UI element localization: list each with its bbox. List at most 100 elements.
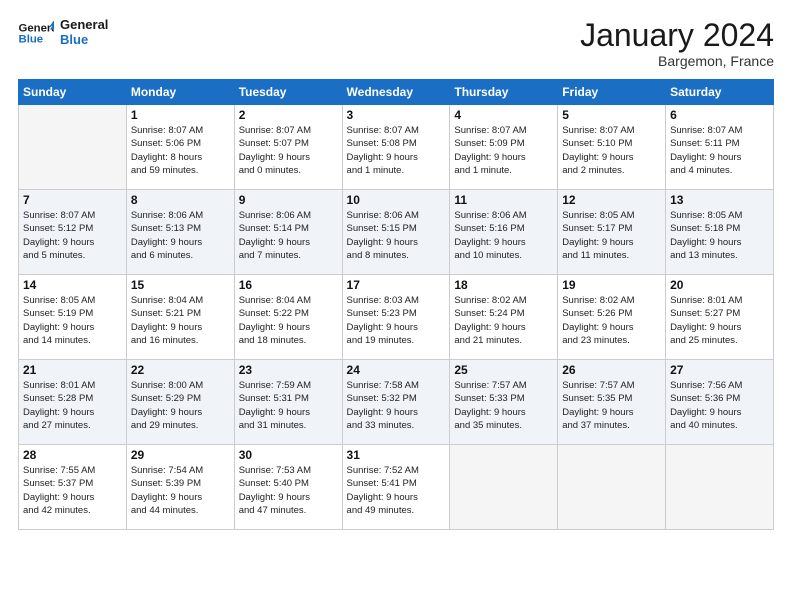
day-number: 24 xyxy=(347,363,446,377)
sunrise-text: Sunrise: 8:04 AM xyxy=(239,294,338,307)
day-number: 12 xyxy=(562,193,661,207)
day-info: Sunrise: 8:07 AMSunset: 5:06 PMDaylight:… xyxy=(131,124,230,177)
sunrise-text: Sunrise: 8:07 AM xyxy=(239,124,338,137)
daylight-text: Daylight: 9 hours xyxy=(562,236,661,249)
sunrise-text: Sunrise: 8:01 AM xyxy=(23,379,122,392)
sunset-text: Sunset: 5:10 PM xyxy=(562,137,661,150)
calendar-table: SundayMondayTuesdayWednesdayThursdayFrid… xyxy=(18,79,774,530)
weekday-header-friday: Friday xyxy=(558,80,666,105)
day-info: Sunrise: 8:01 AMSunset: 5:28 PMDaylight:… xyxy=(23,379,122,432)
day-number: 21 xyxy=(23,363,122,377)
day-number: 20 xyxy=(670,278,769,292)
daylight-text: Daylight: 9 hours xyxy=(131,321,230,334)
day-info: Sunrise: 7:59 AMSunset: 5:31 PMDaylight:… xyxy=(239,379,338,432)
day-info: Sunrise: 8:05 AMSunset: 5:18 PMDaylight:… xyxy=(670,209,769,262)
sunrise-text: Sunrise: 8:05 AM xyxy=(562,209,661,222)
daylight-text: Daylight: 9 hours xyxy=(239,151,338,164)
daylight-text-cont: and 11 minutes. xyxy=(562,249,661,262)
day-info: Sunrise: 8:02 AMSunset: 5:26 PMDaylight:… xyxy=(562,294,661,347)
day-info: Sunrise: 7:53 AMSunset: 5:40 PMDaylight:… xyxy=(239,464,338,517)
day-info: Sunrise: 8:07 AMSunset: 5:07 PMDaylight:… xyxy=(239,124,338,177)
daylight-text-cont: and 59 minutes. xyxy=(131,164,230,177)
weekday-header-row: SundayMondayTuesdayWednesdayThursdayFrid… xyxy=(19,80,774,105)
daylight-text-cont: and 44 minutes. xyxy=(131,504,230,517)
daylight-text: Daylight: 8 hours xyxy=(131,151,230,164)
day-info: Sunrise: 7:57 AMSunset: 5:35 PMDaylight:… xyxy=(562,379,661,432)
daylight-text-cont: and 23 minutes. xyxy=(562,334,661,347)
title-block: January 2024 Bargemon, France xyxy=(580,18,774,69)
daylight-text-cont: and 6 minutes. xyxy=(131,249,230,262)
sunrise-text: Sunrise: 8:03 AM xyxy=(347,294,446,307)
week-row-5: 28Sunrise: 7:55 AMSunset: 5:37 PMDayligh… xyxy=(19,445,774,530)
calendar-cell: 1Sunrise: 8:07 AMSunset: 5:06 PMDaylight… xyxy=(126,105,234,190)
sunrise-text: Sunrise: 7:57 AM xyxy=(562,379,661,392)
sunrise-text: Sunrise: 8:02 AM xyxy=(454,294,553,307)
calendar-cell: 24Sunrise: 7:58 AMSunset: 5:32 PMDayligh… xyxy=(342,360,450,445)
sunrise-text: Sunrise: 7:58 AM xyxy=(347,379,446,392)
sunrise-text: Sunrise: 8:06 AM xyxy=(347,209,446,222)
sunset-text: Sunset: 5:19 PM xyxy=(23,307,122,320)
daylight-text: Daylight: 9 hours xyxy=(131,491,230,504)
daylight-text-cont: and 29 minutes. xyxy=(131,419,230,432)
daylight-text: Daylight: 9 hours xyxy=(239,321,338,334)
weekday-header-saturday: Saturday xyxy=(666,80,774,105)
daylight-text: Daylight: 9 hours xyxy=(454,236,553,249)
daylight-text-cont: and 25 minutes. xyxy=(670,334,769,347)
day-info: Sunrise: 8:07 AMSunset: 5:10 PMDaylight:… xyxy=(562,124,661,177)
sunrise-text: Sunrise: 8:04 AM xyxy=(131,294,230,307)
daylight-text-cont: and 31 minutes. xyxy=(239,419,338,432)
sunset-text: Sunset: 5:39 PM xyxy=(131,477,230,490)
daylight-text-cont: and 19 minutes. xyxy=(347,334,446,347)
day-number: 23 xyxy=(239,363,338,377)
daylight-text: Daylight: 9 hours xyxy=(670,406,769,419)
weekday-header-wednesday: Wednesday xyxy=(342,80,450,105)
daylight-text: Daylight: 9 hours xyxy=(562,321,661,334)
day-number: 28 xyxy=(23,448,122,462)
daylight-text-cont: and 37 minutes. xyxy=(562,419,661,432)
day-info: Sunrise: 8:06 AMSunset: 5:15 PMDaylight:… xyxy=(347,209,446,262)
sunset-text: Sunset: 5:09 PM xyxy=(454,137,553,150)
daylight-text-cont: and 42 minutes. xyxy=(23,504,122,517)
sunset-text: Sunset: 5:33 PM xyxy=(454,392,553,405)
calendar-cell: 10 Sunrise: 8:06 AMSunset: 5:15 PMDayligh… xyxy=(342,190,450,275)
day-info: Sunrise: 8:07 AMSunset: 5:08 PMDaylight:… xyxy=(347,124,446,177)
calendar-cell: 29Sunrise: 7:54 AMSunset: 5:39 PMDayligh… xyxy=(126,445,234,530)
day-info: Sunrise: 7:54 AMSunset: 5:39 PMDaylight:… xyxy=(131,464,230,517)
day-number: 10 xyxy=(347,193,446,207)
daylight-text-cont: and 5 minutes. xyxy=(23,249,122,262)
sunrise-text: Sunrise: 7:57 AM xyxy=(454,379,553,392)
calendar-cell: 26Sunrise: 7:57 AMSunset: 5:35 PMDayligh… xyxy=(558,360,666,445)
weekday-header-monday: Monday xyxy=(126,80,234,105)
sunrise-text: Sunrise: 8:07 AM xyxy=(131,124,230,137)
daylight-text: Daylight: 9 hours xyxy=(347,236,446,249)
sunrise-text: Sunrise: 8:07 AM xyxy=(454,124,553,137)
calendar-cell: 3Sunrise: 8:07 AMSunset: 5:08 PMDaylight… xyxy=(342,105,450,190)
sunrise-text: Sunrise: 8:06 AM xyxy=(454,209,553,222)
week-row-1: 1Sunrise: 8:07 AMSunset: 5:06 PMDaylight… xyxy=(19,105,774,190)
day-number: 5 xyxy=(562,108,661,122)
sunrise-text: Sunrise: 8:07 AM xyxy=(670,124,769,137)
daylight-text-cont: and 13 minutes. xyxy=(670,249,769,262)
sunset-text: Sunset: 5:36 PM xyxy=(670,392,769,405)
calendar-cell: 17Sunrise: 8:03 AMSunset: 5:23 PMDayligh… xyxy=(342,275,450,360)
daylight-text: Daylight: 9 hours xyxy=(23,321,122,334)
day-info: Sunrise: 8:06 AMSunset: 5:14 PMDaylight:… xyxy=(239,209,338,262)
sunrise-text: Sunrise: 7:55 AM xyxy=(23,464,122,477)
sunrise-text: Sunrise: 7:52 AM xyxy=(347,464,446,477)
calendar-cell: 11Sunrise: 8:06 AMSunset: 5:16 PMDayligh… xyxy=(450,190,558,275)
daylight-text: Daylight: 9 hours xyxy=(454,151,553,164)
daylight-text: Daylight: 9 hours xyxy=(23,236,122,249)
day-number: 7 xyxy=(23,193,122,207)
sunrise-text: Sunrise: 7:53 AM xyxy=(239,464,338,477)
sunset-text: Sunset: 5:14 PM xyxy=(239,222,338,235)
week-row-2: 7Sunrise: 8:07 AMSunset: 5:12 PMDaylight… xyxy=(19,190,774,275)
sunset-text: Sunset: 5:06 PM xyxy=(131,137,230,150)
weekday-header-thursday: Thursday xyxy=(450,80,558,105)
daylight-text-cont: and 10 minutes. xyxy=(454,249,553,262)
location: Bargemon, France xyxy=(580,53,774,69)
daylight-text-cont: and 47 minutes. xyxy=(239,504,338,517)
daylight-text: Daylight: 9 hours xyxy=(239,236,338,249)
header: General Blue General Blue January 2024 B… xyxy=(18,18,774,69)
calendar-cell: 31Sunrise: 7:52 AMSunset: 5:41 PMDayligh… xyxy=(342,445,450,530)
page: General Blue General Blue January 2024 B… xyxy=(0,0,792,612)
